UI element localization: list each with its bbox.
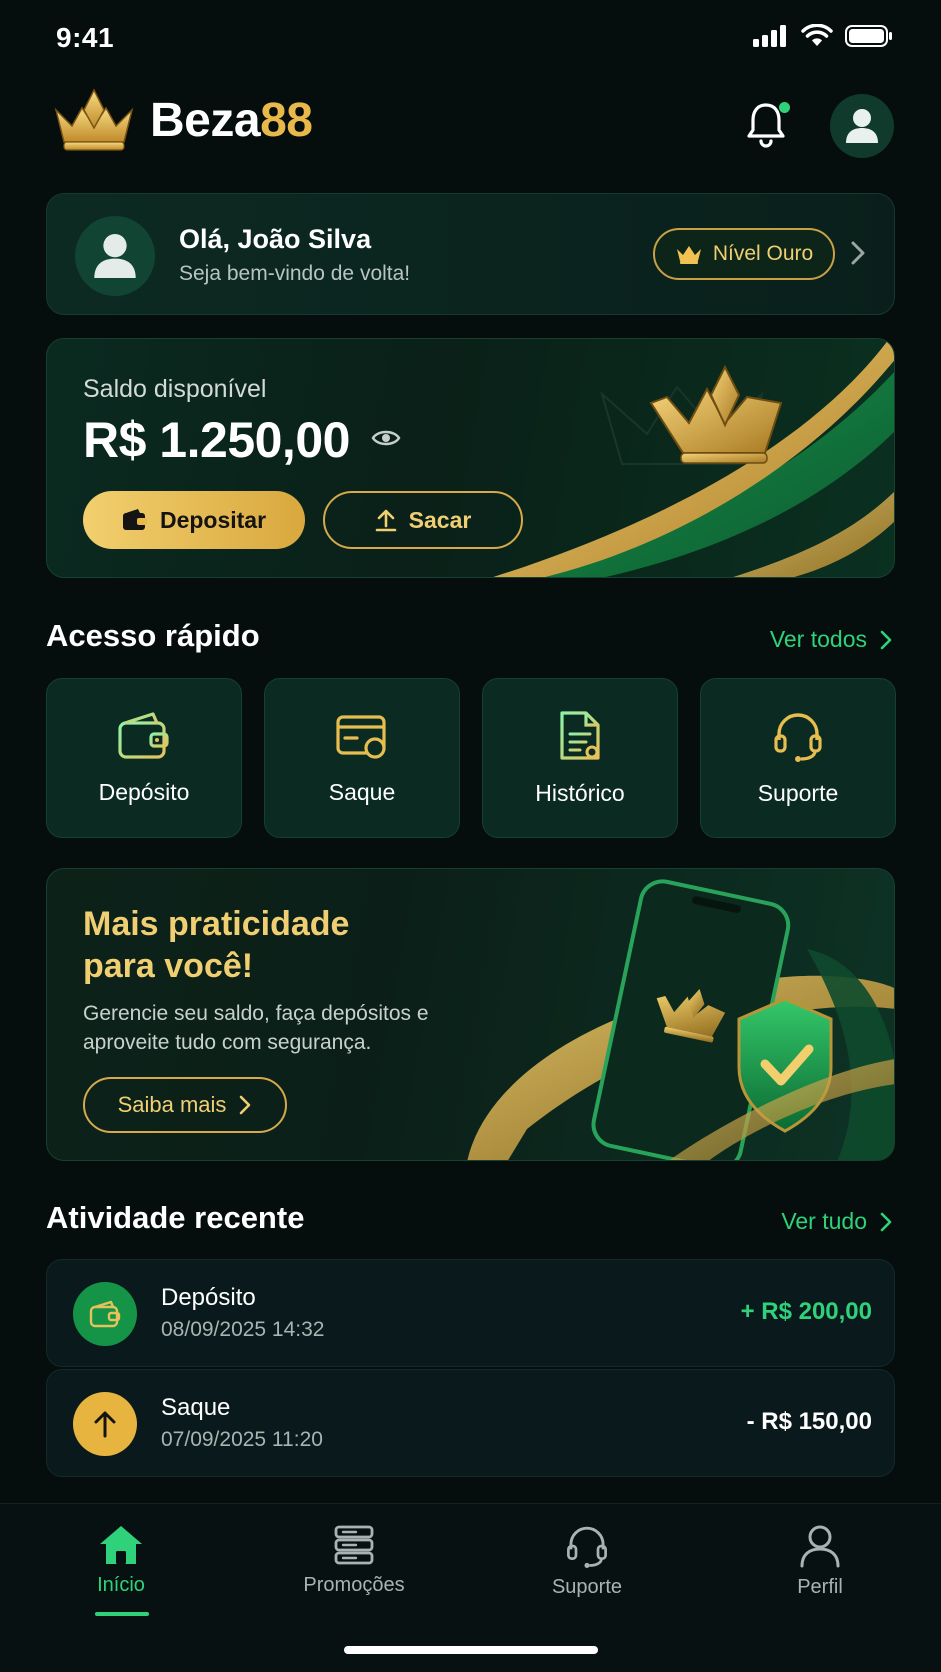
- document-icon: [560, 710, 600, 760]
- promotions-icon: [334, 1525, 374, 1565]
- bottom-nav: Início Promoções Suporte Perfil: [0, 1503, 941, 1672]
- quick-tile-withdraw[interactable]: Saque: [264, 678, 460, 838]
- activity-title: Saque: [161, 1394, 231, 1421]
- balance-card: Saldo disponível R$ 1.250,00 Depositar S…: [46, 338, 895, 578]
- withdraw-label: Sacar: [408, 506, 472, 533]
- nav-profile[interactable]: Perfil: [740, 1524, 900, 1599]
- signal-icon: [753, 25, 786, 47]
- activity-icon-deposit: [73, 1282, 137, 1346]
- activity-title: Depósito: [161, 1284, 256, 1311]
- activity-amount: + R$ 200,00: [740, 1298, 872, 1325]
- nav-support[interactable]: Suporte: [507, 1524, 667, 1599]
- quick-tile-deposit[interactable]: Depósito: [46, 678, 242, 838]
- wifi-icon: [801, 24, 833, 46]
- view-all-label: Ver todos: [769, 626, 867, 652]
- phone-shield-illustration: [467, 879, 894, 1160]
- nav-label: Perfil: [797, 1576, 843, 1598]
- tile-label: Depósito: [98, 778, 190, 805]
- user-icon: [800, 1525, 840, 1568]
- brand-name: Beza88: [150, 93, 313, 147]
- crown-logo-icon: [54, 88, 134, 151]
- nav-active-indicator: [95, 1612, 149, 1616]
- upload-icon: [375, 509, 396, 532]
- view-all-activity-link[interactable]: Ver tudo: [781, 1208, 893, 1235]
- level-badge[interactable]: Nível Ouro: [653, 228, 835, 280]
- wallet-icon: [118, 711, 169, 759]
- deposit-label: Depositar: [159, 506, 267, 533]
- profile-avatar-button[interactable]: [830, 94, 894, 158]
- crown-icon: [676, 246, 701, 264]
- nav-label: Início: [97, 1574, 145, 1596]
- quick-tile-support[interactable]: Suporte: [700, 678, 896, 838]
- balance-amount: R$ 1.250,00: [83, 412, 350, 468]
- user-subtitle: Seja bem-vindo de volta!: [179, 262, 411, 285]
- status-icons: [753, 24, 893, 48]
- activity-row-deposit[interactable]: Depósito 08/09/2025 14:32 + R$ 200,00: [46, 1259, 895, 1367]
- user-card[interactable]: Olá, João Silva Seja bem-vindo de volta!…: [46, 193, 895, 315]
- eye-icon[interactable]: [371, 427, 401, 449]
- battery-icon: [845, 25, 892, 47]
- wallet-icon: [89, 1300, 121, 1328]
- tile-label: Saque: [328, 778, 396, 805]
- quick-tile-history[interactable]: Histórico: [482, 678, 678, 838]
- home-indicator: [344, 1646, 598, 1654]
- chevron-right-icon: [880, 1212, 892, 1231]
- promo-banner: Mais praticidade para você! Gerencie seu…: [46, 868, 895, 1161]
- nav-promotions[interactable]: Promoções: [274, 1524, 434, 1597]
- activity-date: 08/09/2025 14:32: [161, 1318, 325, 1341]
- user-icon: [846, 109, 878, 143]
- chevron-right-icon: [880, 630, 892, 649]
- tile-label: Histórico: [535, 779, 625, 806]
- promo-title: Mais praticidade para você!: [83, 905, 350, 985]
- activity-amount: - R$ 150,00: [746, 1408, 872, 1435]
- withdraw-button[interactable]: Sacar: [323, 491, 523, 549]
- deposit-button[interactable]: Depositar: [83, 491, 305, 549]
- learn-more-label: Saiba mais: [117, 1092, 227, 1117]
- tile-label: Suporte: [757, 779, 839, 806]
- chevron-right-icon: [240, 1095, 251, 1115]
- nav-home[interactable]: Início: [41, 1524, 201, 1597]
- notification-dot: [779, 102, 790, 113]
- view-all-activity-label: Ver tudo: [781, 1208, 867, 1234]
- wallet-icon: [122, 509, 147, 530]
- chevron-right-icon[interactable]: [847, 238, 869, 268]
- card-withdraw-icon: [336, 714, 386, 759]
- nav-label: Promoções: [303, 1574, 405, 1596]
- user-greeting: Olá, João Silva: [179, 224, 372, 254]
- activity-icon-withdraw: [73, 1392, 137, 1456]
- quick-access-title: Acesso rápido: [46, 618, 260, 653]
- headset-icon: [567, 1526, 607, 1568]
- nav-label: Suporte: [551, 1576, 623, 1598]
- view-all-link[interactable]: Ver todos: [770, 626, 893, 653]
- activity-row-withdraw[interactable]: Saque 07/09/2025 11:20 - R$ 150,00: [46, 1369, 895, 1477]
- promo-text: Gerencie seu saldo, faça depósitos e apr…: [83, 1002, 429, 1054]
- notifications-button[interactable]: [744, 100, 794, 150]
- level-label: Nível Ouro: [712, 242, 814, 265]
- brand-logo: Beza88: [52, 88, 313, 152]
- activity-date: 07/09/2025 11:20: [161, 1428, 323, 1451]
- learn-more-button[interactable]: Saiba mais: [83, 1077, 287, 1133]
- user-avatar: [75, 216, 155, 296]
- arrow-up-icon: [94, 1411, 116, 1438]
- recent-activity-title: Atividade recente: [46, 1200, 305, 1235]
- status-time: 9:41: [56, 22, 115, 53]
- home-icon: [100, 1526, 142, 1564]
- headset-icon: [774, 712, 822, 762]
- user-icon: [94, 234, 136, 278]
- balance-label: Saldo disponível: [83, 375, 267, 403]
